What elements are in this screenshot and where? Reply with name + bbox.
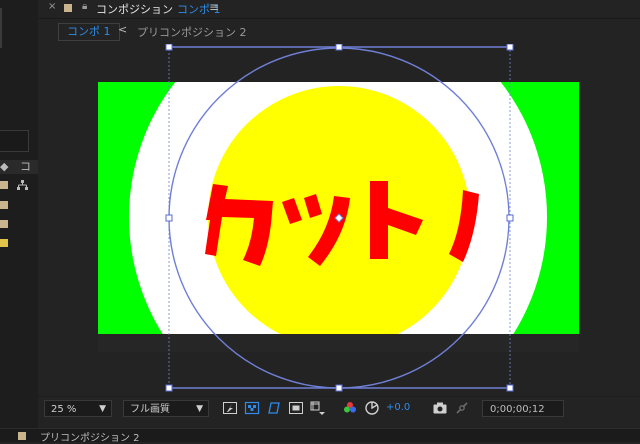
transparency-grid-icon[interactable] [244,400,260,416]
column-header[interactable]: ◆ コ [0,160,38,174]
column-label: コ [20,160,31,173]
color-channels-icon[interactable] [342,400,358,416]
comp-color-icon [18,432,26,440]
close-icon[interactable]: × [48,1,56,12]
zoom-select[interactable]: 25 % ▼ [44,400,112,417]
exposure-value[interactable]: +0.0 [386,402,410,413]
chevron-down-icon: ▼ [99,404,106,414]
crumb-precomp[interactable]: プリコンポジション 2 [137,24,247,40]
mask-visibility-icon[interactable] [266,400,282,416]
label-swatch[interactable] [0,220,8,228]
comp-render [98,44,579,392]
tag-icon: ◆ [0,160,9,173]
viewer-tab-title[interactable]: コンポジション コンポ 1 [96,1,221,17]
show-snapshot-icon[interactable] [454,400,470,416]
chevron-left-icon[interactable]: < [118,23,127,36]
label-swatch[interactable] [0,181,8,189]
flowchart-icon[interactable] [17,180,28,193]
viewer-toolbar: 25 % ▼ フル画質 ▼ +0.0 0;00;00;12 [38,396,640,421]
search-field[interactable] [0,130,29,152]
exposure-reset-icon[interactable] [364,400,380,416]
resolution-value: フル画質 [130,404,170,415]
lock-icon[interactable]: 🔒︎ [82,1,87,12]
timeline-tab-label[interactable]: プリコンポジション 2 [40,429,140,444]
tab-label: コンポジション [96,3,173,16]
chevron-down-icon: ▼ [196,404,203,414]
left-project-panel: ◆ コ [0,0,39,428]
comp-breadcrumb: コンポ 1 < プリコンポジション 2 [38,19,640,43]
label-swatch[interactable] [0,239,8,247]
resolution-select[interactable]: フル画質 ▼ [123,400,209,417]
viewer-tab-bar: × 🔒︎ コンポジション コンポ 1 ≡ [38,0,640,19]
timeline-tab-strip: プリコンポジション 2 [0,428,640,444]
current-time-field[interactable]: 0;00;00;12 [482,400,564,417]
dark-footage-strip [98,334,579,352]
hamburger-menu-icon[interactable]: ≡ [209,0,219,14]
zoom-value: 25 % [51,404,77,415]
comp-color-icon [64,4,72,12]
region-of-interest-icon[interactable] [288,400,304,416]
grid-guides-icon[interactable] [310,400,326,416]
side-marker [0,8,2,48]
crumb-active-comp[interactable]: コンポ 1 [58,23,120,41]
snapshot-camera-icon[interactable] [432,400,448,416]
label-swatch[interactable] [0,201,8,209]
comp-canvas[interactable] [38,44,640,392]
composition-viewer: × 🔒︎ コンポジションコンポ 1 ≡ コンポ 1 < プリコンポジション 2 [38,0,640,428]
fast-previews-icon[interactable] [222,400,238,416]
